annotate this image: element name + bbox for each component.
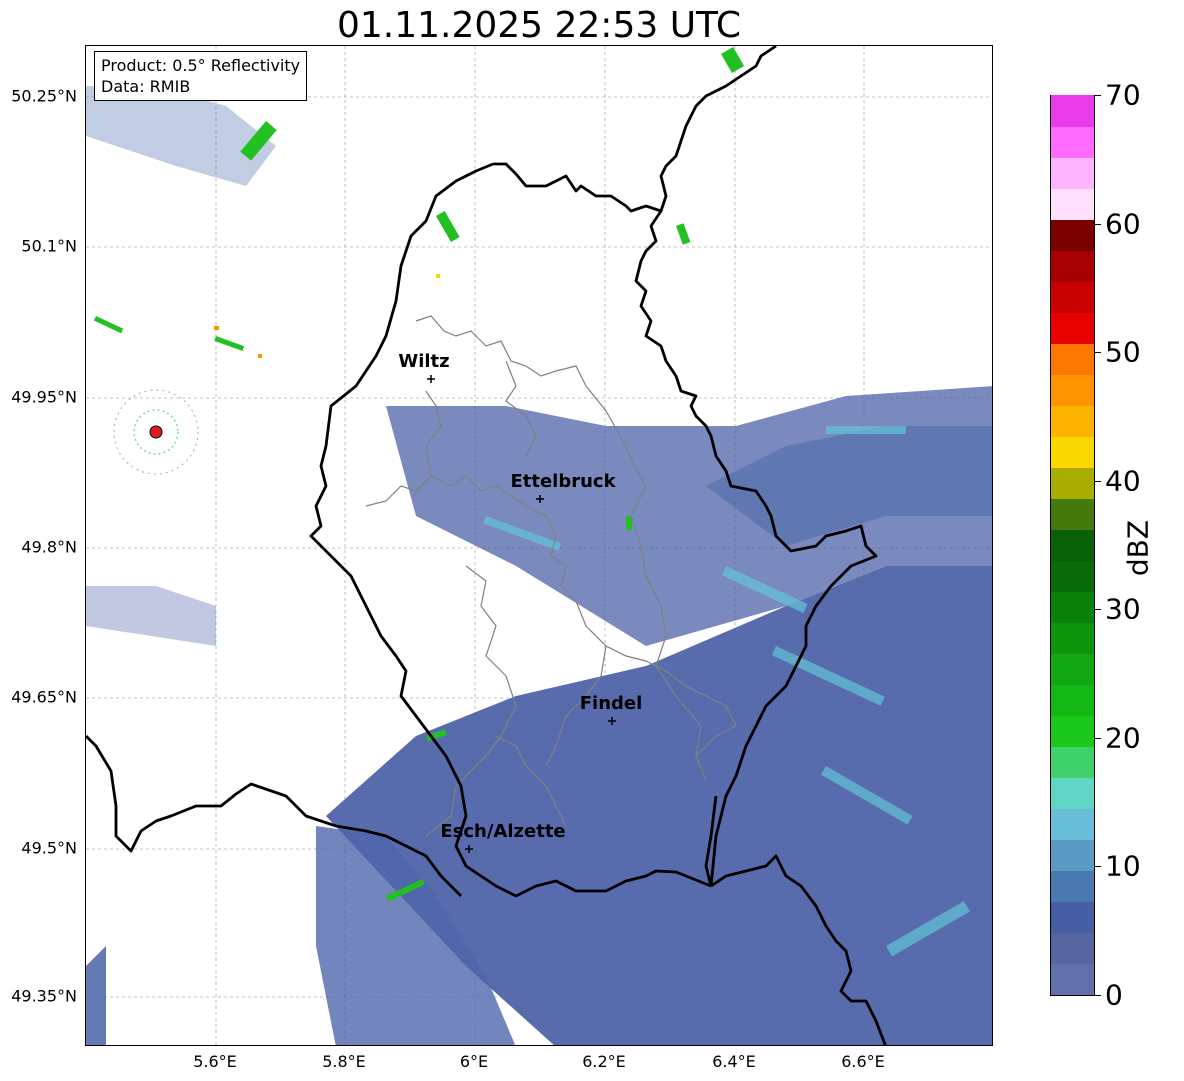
colorbar-segment <box>1051 188 1094 220</box>
colorbar-tick-label: 50 <box>1105 335 1141 369</box>
dbz-colorbar <box>1050 95 1095 996</box>
colorbar-segment <box>1051 932 1094 964</box>
colorbar-segment <box>1051 95 1094 127</box>
colorbar-segment <box>1051 963 1094 995</box>
wiltz-marker <box>427 375 435 383</box>
city-label-esch-alzette: Esch/Alzette <box>440 821 566 842</box>
colorbar-segment <box>1051 777 1094 809</box>
colorbar-tick-label: 0 <box>1105 978 1123 1012</box>
colorbar-segment <box>1051 684 1094 716</box>
colorbar-tick <box>1095 480 1101 482</box>
colorbar-segment <box>1051 870 1094 902</box>
lon-label-6-4: 6.4°E <box>712 1052 756 1071</box>
radar-echo-hot-cells <box>214 274 440 358</box>
colorbar-segment <box>1051 746 1094 778</box>
radar-site-marker <box>149 425 163 439</box>
colorbar-segment <box>1051 839 1094 871</box>
colorbar-segment <box>1051 715 1094 747</box>
lat-label-49-8: 49.8°N <box>21 537 77 557</box>
colorbar-segment <box>1051 467 1094 499</box>
colorbar-segment <box>1051 126 1094 158</box>
colorbar-segment <box>1051 622 1094 654</box>
lon-label-5-6: 5.6°E <box>193 1052 237 1071</box>
colorbar-unit-label: dBZ <box>1121 519 1155 577</box>
map-title: 01.11.2025 22:53 UTC <box>336 5 742 46</box>
colorbar-segment <box>1051 653 1094 685</box>
colorbar-segment <box>1051 498 1094 530</box>
colorbar-segment <box>1051 343 1094 375</box>
colorbar-tick <box>1095 352 1101 354</box>
lat-label-50-1: 50.1°N <box>21 236 77 256</box>
colorbar-segment <box>1051 591 1094 623</box>
colorbar-tick-label: 20 <box>1105 721 1141 755</box>
colorbar-tick-label: 70 <box>1105 78 1141 112</box>
city-label-wiltz: Wiltz <box>398 351 450 372</box>
lon-label-6: 6°E <box>459 1052 489 1071</box>
city-label-ettelbruck: Ettelbruck <box>510 471 616 492</box>
city-label-findel: Findel <box>579 693 643 714</box>
colorbar-segment <box>1051 808 1094 840</box>
radar-site <box>113 389 199 475</box>
lon-label-6-6: 6.6°E <box>841 1052 885 1071</box>
colorbar-tick-label: 10 <box>1105 849 1141 883</box>
lat-label-49-35: 49.35°N <box>11 986 77 1006</box>
product-info-box: Product: 0.5° Reflectivity Data: RMIB <box>94 51 308 101</box>
colorbar-tick-label: 40 <box>1105 464 1141 498</box>
colorbar-segment <box>1051 312 1094 344</box>
colorbar-segment <box>1051 901 1094 933</box>
radar-map[interactable] <box>85 45 993 1046</box>
data-source-label: Data: RMIB <box>101 77 191 96</box>
colorbar-tick <box>1095 866 1101 868</box>
colorbar-segment <box>1051 374 1094 406</box>
colorbar-segment <box>1051 560 1094 592</box>
radar-echo-regions <box>86 86 992 1045</box>
lat-label-50-25: 50.25°N <box>11 86 77 106</box>
product-label: Product: 0.5° Reflectivity <box>101 56 301 75</box>
colorbar-segment <box>1051 436 1094 468</box>
colorbar-segment <box>1051 405 1094 437</box>
colorbar-tick <box>1095 95 1101 96</box>
lat-label-49-65: 49.65°N <box>11 687 77 707</box>
colorbar-segment <box>1051 157 1094 189</box>
colorbar-tick <box>1095 737 1101 739</box>
lon-label-5-8: 5.8°E <box>322 1052 366 1071</box>
lat-label-49-95: 49.95°N <box>11 387 77 407</box>
colorbar-tick <box>1095 609 1101 611</box>
colorbar-tick-label: 60 <box>1105 207 1141 241</box>
colorbar-tick <box>1095 223 1101 225</box>
colorbar-segment <box>1051 250 1094 282</box>
lon-label-6-2: 6.2°E <box>582 1052 626 1071</box>
colorbar-segment <box>1051 529 1094 561</box>
colorbar-tick <box>1095 995 1101 996</box>
colorbar-segment <box>1051 281 1094 313</box>
colorbar-segment <box>1051 219 1094 251</box>
lat-label-49-5: 49.5°N <box>21 838 77 858</box>
colorbar-tick-label: 30 <box>1105 592 1141 626</box>
